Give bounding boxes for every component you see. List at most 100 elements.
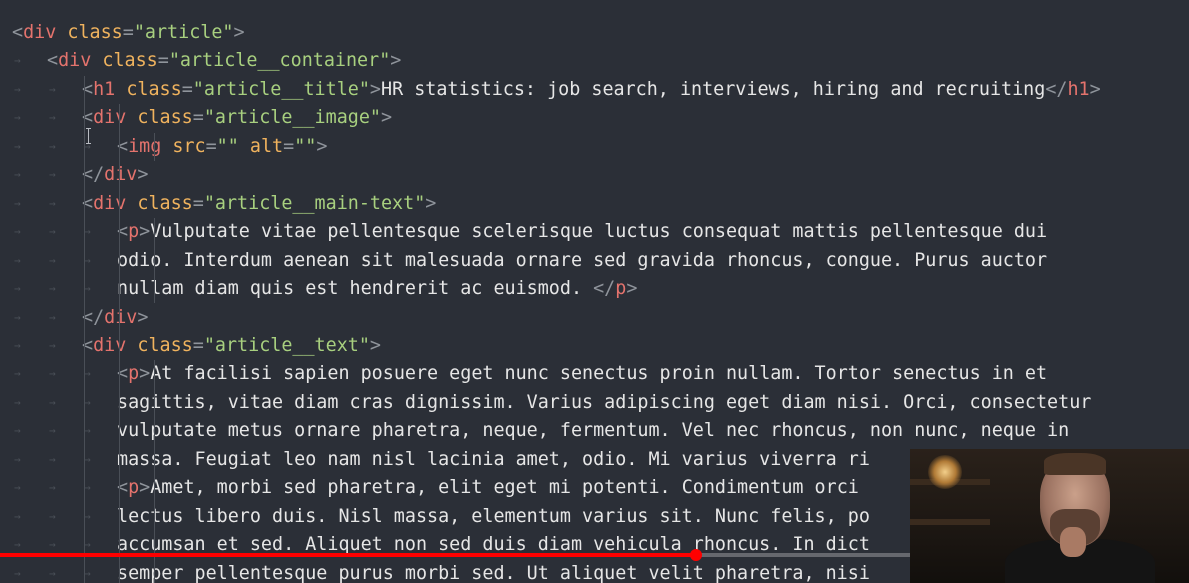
indent-arrow-icon: →	[49, 424, 56, 438]
indent-arrow-icon: →	[14, 225, 21, 239]
indent-arrow-icon: →	[49, 196, 56, 210]
code-token-attr: class	[137, 107, 193, 129]
code-token-tag: h1	[1067, 78, 1090, 100]
code-token-text: odio. Interdum aenean sit malesuada orna…	[117, 249, 1048, 271]
code-token-tag: h1	[93, 78, 116, 100]
code-token-punct: =	[192, 334, 204, 356]
indent-arrow-icon: →	[49, 395, 56, 409]
indent-arrow-icon: →	[49, 338, 56, 352]
code-token-punct: =	[205, 135, 217, 157]
code-token-str: "article__main-text"	[203, 192, 426, 214]
code-token-punct: </	[593, 278, 616, 300]
indent-arrow-icon: →	[49, 310, 56, 324]
indent-arrow-icon: →	[49, 509, 56, 523]
code-token-attr: class	[126, 78, 182, 100]
code-token-punct: >	[137, 306, 149, 328]
indent-arrow-icon: →	[14, 452, 21, 466]
code-token-text: HR statistics: job search, interviews, h…	[381, 78, 1046, 100]
indent-arrow-icon: →	[14, 168, 21, 182]
code-token-tag: div	[93, 107, 127, 129]
code-token-punct: </	[1045, 78, 1068, 100]
indent-guide	[154, 218, 155, 304]
code-line[interactable]: <img src="" alt="">	[117, 133, 327, 161]
indent-arrow-icon: →	[14, 395, 21, 409]
code-token-str: "article__container"	[168, 50, 391, 72]
code-token-punct: >	[369, 334, 381, 356]
code-line[interactable]: </div>	[82, 161, 148, 189]
code-token-tag: p	[615, 278, 627, 300]
code-line[interactable]: <p>Vulputate vitae pellentesque sceleris…	[117, 218, 1047, 246]
code-token-attr: alt	[249, 135, 284, 157]
code-token-punct: =	[192, 192, 204, 214]
code-token-attr: class	[102, 50, 158, 72]
indent-arrow-icon: →	[14, 54, 21, 68]
code-token-str: "article__text"	[203, 334, 370, 356]
indent-arrow-icon: →	[14, 424, 21, 438]
code-token-tag: div	[58, 50, 92, 72]
code-token-attr: class	[137, 192, 193, 214]
indent-arrow-icon: →	[49, 367, 56, 381]
code-token-punct: =	[181, 78, 193, 100]
indent-arrow-icon: →	[49, 111, 56, 125]
code-line[interactable]: <h1 class="article__title">HR statistics…	[82, 76, 1101, 104]
code-token-text: accumsan et sed. Aliquet non sed duis di…	[117, 534, 870, 556]
code-token-punct: >	[139, 477, 151, 499]
code-token-tag: p	[128, 477, 140, 499]
code-token-punct: >	[139, 221, 151, 243]
indent-arrow-icon: →	[14, 509, 21, 523]
video-progress-fill	[0, 553, 696, 557]
indent-arrow-icon: →	[14, 82, 21, 96]
code-token-tag: div	[93, 192, 127, 214]
code-line[interactable]: <div class="article__image">	[82, 104, 392, 132]
code-token-str: "article__title"	[192, 78, 370, 100]
code-token-str: "article"	[133, 22, 234, 43]
code-token-punct: >	[1089, 78, 1101, 100]
code-token-punct: >	[139, 363, 151, 385]
code-line[interactable]: <p>At facilisi sapien posuere eget nunc …	[117, 360, 1047, 388]
code-line[interactable]: vulputate metus ornare pharetra, neque, …	[117, 417, 1069, 445]
code-line[interactable]: massa. Feugiat leo nam nisl lacinia amet…	[117, 446, 870, 474]
indent-arrow-icon: →	[49, 481, 56, 495]
code-token-str: ""	[216, 135, 239, 157]
code-token-tag: p	[128, 221, 140, 243]
code-line[interactable]: <div class="article__container">	[47, 47, 401, 75]
indent-arrow-icon: →	[14, 196, 21, 210]
code-line[interactable]: <div class="article">	[12, 19, 245, 47]
video-scrubber-handle[interactable]	[689, 549, 702, 561]
code-line[interactable]: nullam diam quis est hendrerit ac euismo…	[117, 275, 637, 303]
indent-arrow-icon: →	[49, 139, 56, 153]
indent-arrow-icon: →	[14, 139, 21, 153]
code-token-punct: >	[369, 78, 381, 100]
indent-arrow-icon: →	[14, 253, 21, 267]
code-line[interactable]: <div class="article__text">	[82, 332, 381, 360]
code-line[interactable]: sagittis, vitae diam cras dignissim. Var…	[117, 389, 1091, 417]
code-token-str: "article__image"	[203, 107, 381, 129]
code-line[interactable]: odio. Interdum aenean sit malesuada orna…	[117, 247, 1047, 275]
code-line[interactable]: </div>	[82, 304, 148, 332]
code-token-punct: >	[425, 192, 437, 214]
code-token-tag: div	[93, 334, 127, 356]
code-line[interactable]: <p>Amet, morbi sed pharetra, elit eget m…	[117, 474, 859, 502]
code-line[interactable]: semper pellentesque purus morbi sed. Ut …	[117, 560, 870, 583]
indent-guide	[119, 104, 120, 583]
indent-guide	[84, 75, 85, 583]
code-line[interactable]: lectus libero duis. Nisl massa, elementu…	[117, 503, 870, 531]
indent-arrow-icon: →	[14, 282, 21, 296]
indent-arrow-icon: →	[14, 310, 21, 324]
code-token-text: lectus libero duis. Nisl massa, elementu…	[117, 505, 870, 527]
code-line[interactable]: <div class="article__main-text">	[82, 190, 436, 218]
code-token-punct: =	[283, 135, 295, 157]
indent-arrow-icon: →	[14, 367, 21, 381]
code-token-tag: div	[104, 306, 138, 328]
code-token-punct: =	[122, 22, 134, 43]
code-token-punct: =	[157, 50, 169, 72]
code-token-attr: src	[172, 135, 206, 157]
indent-arrow-icon: →	[14, 338, 21, 352]
code-token-attr: class	[137, 334, 193, 356]
indent-arrow-icon: →	[14, 566, 21, 580]
text-cursor-icon	[86, 128, 92, 144]
